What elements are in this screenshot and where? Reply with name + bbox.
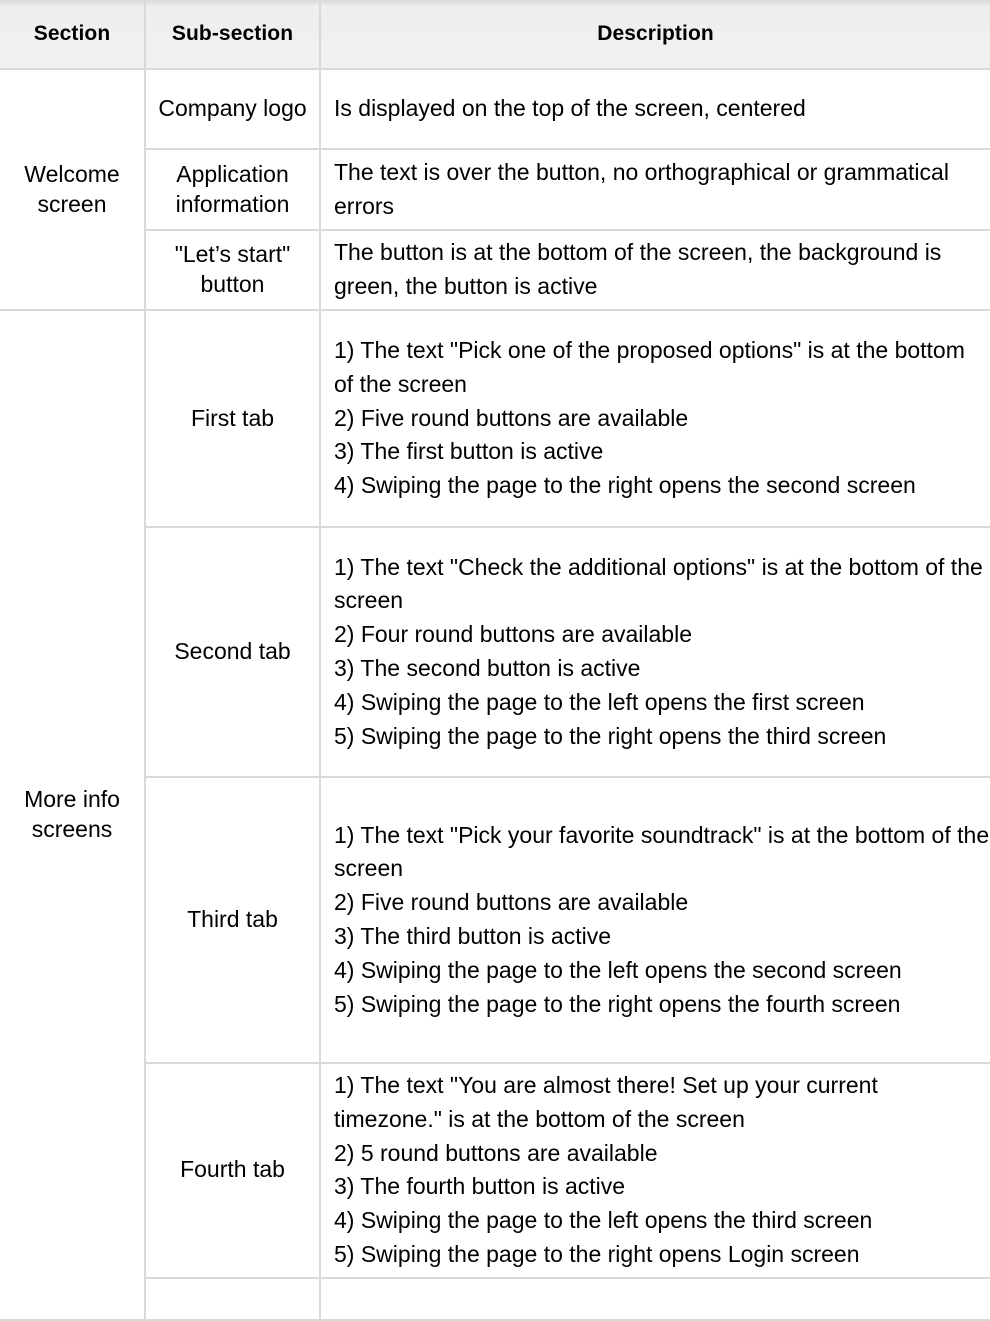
subsection-cell-fourth-tab: Fourth tab	[145, 1063, 321, 1279]
column-header-subsection: Sub-section	[145, 0, 321, 70]
description-line: 2) Five round buttons are available	[334, 404, 689, 431]
table-row-partial	[0, 1277, 990, 1321]
subsection-cell-partial	[145, 1277, 321, 1321]
description-line: The text is over the button, no orthogra…	[334, 158, 949, 219]
section-cell-more-info-screens: More info screens	[0, 310, 146, 1321]
description-line: 3) The fourth button is active	[334, 1173, 626, 1200]
table-header: Section Sub-section Description	[0, 0, 990, 70]
description-line: 3) The first button is active	[334, 438, 604, 465]
description-line: 5) Swiping the page to the right opens L…	[334, 1240, 860, 1267]
subsection-cell-lets-start-button: "Let’s start" button	[145, 230, 321, 311]
description-cell-second-tab: 1) The text "Check the additional option…	[320, 527, 990, 778]
requirements-table: Section Sub-section Description Welcome …	[0, 0, 990, 1321]
description-cell-fourth-tab: 1) The text "You are almost there! Set u…	[320, 1063, 990, 1279]
description-line: 1) The text "Pick your favorite soundtra…	[334, 821, 990, 882]
description-cell-first-tab: 1) The text "Pick one of the proposed op…	[320, 310, 990, 528]
column-header-description: Description	[320, 0, 990, 70]
table-row: Fourth tab 1) The text "You are almost t…	[0, 1063, 990, 1279]
description-line: 4) Swiping the page to the left opens th…	[334, 1207, 873, 1234]
subsection-cell-first-tab: First tab	[145, 310, 321, 528]
table-row: Third tab 1) The text "Pick your favorit…	[0, 777, 990, 1064]
subsection-cell-third-tab: Third tab	[145, 777, 321, 1064]
description-line: 1) The text "Pick one of the proposed op…	[334, 337, 965, 397]
description-line: 4) Swiping the page to the left opens th…	[334, 688, 865, 715]
description-cell-partial	[320, 1277, 990, 1321]
description-line: 5) Swiping the page to the right opens t…	[334, 722, 887, 749]
table-row: Second tab 1) The text "Check the additi…	[0, 527, 990, 778]
table-row: Application information The text is over…	[0, 149, 990, 231]
subsection-cell-second-tab: Second tab	[145, 527, 321, 778]
description-cell-application-information: The text is over the button, no orthogra…	[320, 149, 990, 231]
table-body: Welcome screen Company logo Is displayed…	[0, 69, 990, 1321]
header-row: Section Sub-section Description	[0, 0, 990, 70]
description-line: 5) Swiping the page to the right opens t…	[334, 990, 901, 1017]
description-cell-company-logo: Is displayed on the top of the screen, c…	[320, 69, 990, 150]
table-row: Welcome screen Company logo Is displayed…	[0, 69, 990, 311]
description-line: 3) The third button is active	[334, 923, 611, 949]
table-row: "Let’s start" button The button is at th…	[0, 230, 990, 311]
description-line: Is displayed on the top of the screen, c…	[334, 95, 806, 122]
table-row: More info screens First tab 1) The text …	[0, 310, 990, 1321]
subsection-cell-application-information: Application information	[145, 149, 321, 231]
description-line: 4) Swiping the page to the left opens th…	[334, 956, 902, 983]
description-line: 2) Five round buttons are available	[334, 889, 689, 916]
description-cell-third-tab: 1) The text "Pick your favorite soundtra…	[320, 777, 990, 1064]
description-line: 2) Four round buttons are available	[334, 621, 692, 648]
description-line: The button is at the bottom of the scree…	[334, 239, 942, 299]
description-line: 1) The text "You are almost there! Set u…	[334, 1072, 878, 1132]
description-line: 2) 5 round buttons are available	[334, 1139, 658, 1166]
description-line: 1) The text "Check the additional option…	[334, 553, 983, 614]
description-line: 4) Swiping the page to the right opens t…	[334, 472, 916, 499]
description-cell-lets-start-button: The button is at the bottom of the scree…	[320, 230, 990, 311]
column-header-section: Section	[0, 0, 146, 70]
section-cell-welcome-screen: Welcome screen	[0, 69, 146, 311]
subsection-cell-company-logo: Company logo	[145, 69, 321, 150]
description-line: 3) The second button is active	[334, 655, 641, 681]
